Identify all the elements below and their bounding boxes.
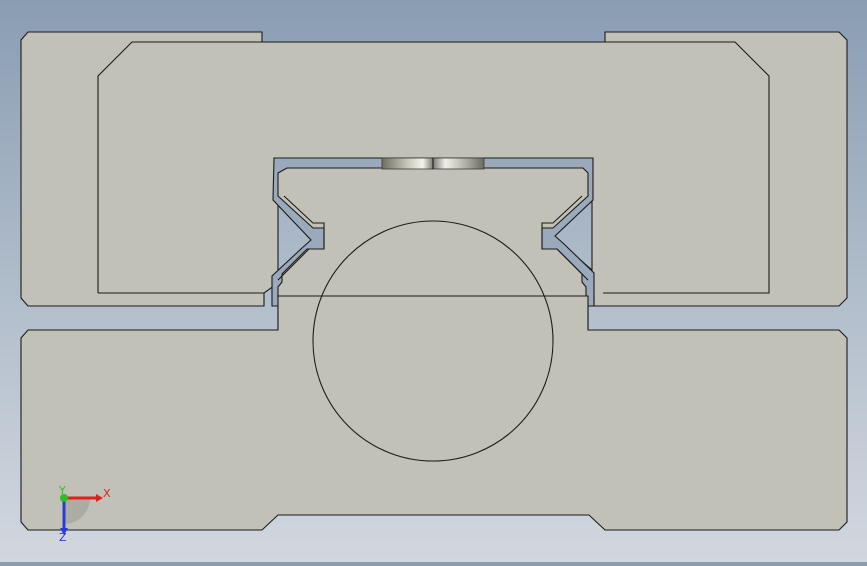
triad-z-label: Z: [59, 531, 67, 544]
lower-base-block: [20, 295, 848, 531]
triad-y-label: Y: [58, 484, 66, 497]
cad-drawing[interactable]: X Y Z: [0, 0, 867, 562]
cad-viewport[interactable]: X Y Z: [0, 0, 867, 562]
triad-x-label: X: [103, 487, 111, 500]
